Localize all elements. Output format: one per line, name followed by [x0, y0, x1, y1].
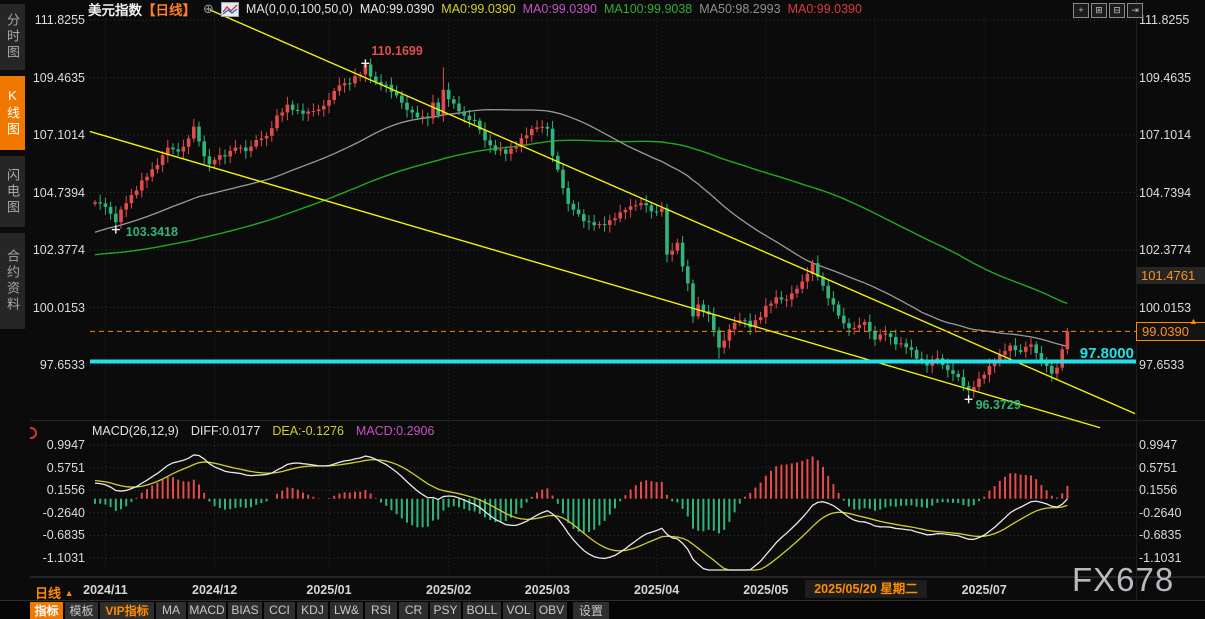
sidebar-tab-contract-info[interactable]: 合约资料 [0, 233, 25, 329]
alert-price-axis-box: 101.4761 [1136, 267, 1205, 284]
watermark: FX678 [1072, 561, 1174, 599]
date-tick-2024-12: 2024/12 [180, 583, 250, 597]
sidebar-tab-time-chart[interactable]: 分时图 [0, 4, 25, 70]
macd-tick-left: -1.1031 [30, 551, 85, 565]
ma-value-4: MA50:98.2993 [699, 2, 780, 16]
toolbar-button-cr[interactable]: CR [399, 602, 428, 619]
period-tag: 【日线】 [142, 0, 196, 19]
toolbar-button-vip[interactable]: VIP指标 [100, 602, 154, 619]
page-forward-icon[interactable]: ⇥ [1127, 3, 1143, 18]
peak-price-label: 110.1699 [371, 44, 422, 58]
candlestick-chart-canvas[interactable] [0, 0, 1205, 619]
date-tick-2025-05: 2025/05 [731, 583, 801, 597]
date-tick-2025-02: 2025/02 [414, 583, 484, 597]
chart-window-icons: +⊞⊟⇥ [1073, 3, 1143, 18]
price-tick-left: 102.3774 [30, 243, 85, 257]
ma-value-0: MA0:99.0390 [360, 2, 434, 16]
price-tick-left: 111.8255 [30, 13, 85, 27]
price-tick-right: 111.8255 [1139, 13, 1189, 27]
toolbar-button-templates[interactable]: 模板 [65, 602, 98, 619]
price-tick-left: 104.7394 [30, 186, 85, 200]
price-tick-left: 109.4635 [30, 71, 85, 85]
support-line-label: 97.8000 [1080, 345, 1134, 362]
date-tick-2024-11: 2024/11 [70, 583, 140, 597]
price-alert-arrow-icon[interactable]: ▲ [1189, 316, 1198, 326]
sidebar: 分时图 K线图闪电图合约资料 [0, 0, 30, 619]
toolbar-button-bias[interactable]: BIAS [228, 602, 262, 619]
price-tick-right: 102.3774 [1139, 243, 1191, 257]
date-tick-2025-07: 2025/07 [949, 583, 1019, 597]
chart-legend: 美元指数【日线】 ⊕ MA(0,0,0,100,50,0) MA0:99.039… [88, 1, 862, 17]
ma-value-2: MA0:99.0390 [523, 2, 597, 16]
macd-dea-value: DEA:-0.1276 [272, 424, 344, 438]
price-tick-right: 100.0153 [1139, 301, 1191, 315]
ma-settings: MA(0,0,0,100,50,0) [246, 2, 353, 16]
pan-crosshair-icon[interactable]: + [1073, 3, 1089, 18]
macd-tick-right: -0.6835 [1139, 528, 1181, 542]
toolbar-button-cci[interactable]: CCI [264, 602, 295, 619]
macd-tick-right: 0.1556 [1139, 483, 1177, 497]
low-price-label-1: 103.3418 [126, 225, 178, 239]
price-tick-left: 97.6533 [30, 358, 85, 372]
add-compare-icon[interactable]: ⊕ [203, 1, 214, 17]
macd-title: MACD(26,12,9) [92, 424, 179, 438]
toolbar-button-kdj[interactable]: KDJ [297, 602, 328, 619]
toolbar-button-rsi[interactable]: RSI [365, 602, 397, 619]
macd-tick-left: 0.1556 [30, 483, 85, 497]
price-tick-right: 104.7394 [1139, 186, 1191, 200]
macd-tick-left: -0.2640 [30, 506, 85, 520]
toolbar-button-macd[interactable]: MACD [188, 602, 226, 619]
date-tick-2025-04: 2025/04 [622, 583, 692, 597]
sidebar-tab-flash-chart[interactable]: 闪电图 [0, 156, 25, 227]
ma-value-5: MA0:99.0390 [788, 2, 862, 16]
ma-value-3: MA100:99.9038 [604, 2, 692, 16]
macd-tick-right: 0.5751 [1139, 461, 1177, 475]
price-tick-left: 100.0153 [30, 301, 85, 315]
toolbar-button-lw[interactable]: LW& [330, 602, 363, 619]
toolbar-button-psy[interactable]: PSY [430, 602, 461, 619]
toolbar-button-ma[interactable]: MA [156, 602, 186, 619]
symbol-name: 美元指数 [88, 0, 142, 19]
chart-style-icon[interactable] [221, 2, 239, 17]
toolbar-button-boll[interactable]: BOLL [463, 602, 501, 619]
macd-tick-right: 0.9947 [1139, 438, 1177, 452]
zoom-y-axis-icon[interactable]: ⊟ [1109, 3, 1125, 18]
date-tick-2025-03: 2025/03 [512, 583, 582, 597]
highlighted-date-badge: 2025/05/20 星期二 [805, 580, 927, 598]
macd-tick-left: -0.6835 [30, 528, 85, 542]
toolbar-button-settings[interactable]: 设置 [573, 602, 609, 619]
price-tick-right: 107.1014 [1139, 128, 1191, 142]
toolbar-button-obv[interactable]: OBV [536, 602, 567, 619]
sidebar-tab-kline-chart[interactable]: K线图 [0, 76, 25, 150]
macd-tick-left: 0.9947 [30, 438, 85, 452]
trading-app: 分时图 K线图闪电图合约资料 美元指数【日线】 ⊕ MA(0,0,0,100,50… [0, 0, 1205, 619]
price-tick-left: 107.1014 [30, 128, 85, 142]
macd-diff-value: DIFF:0.0177 [191, 424, 260, 438]
indicator-toolbar: 指标模板VIP指标MAMACDBIASCCIKDJLW&RSICRPSYBOLL… [0, 600, 1205, 619]
ma-value-1: MA0:99.0390 [441, 2, 515, 16]
toolbar-button-vol[interactable]: VOL [503, 602, 534, 619]
macd-macd-value: MACD:0.2906 [356, 424, 435, 438]
macd-tick-right: -0.2640 [1139, 506, 1181, 520]
zoom-x-axis-icon[interactable]: ⊞ [1091, 3, 1107, 18]
macd-legend: MACD(26,12,9) DIFF:0.0177 DEA:-0.1276 MA… [92, 424, 434, 438]
date-axis: 日线 ▲ 2025/05/20 星期二 2024/112024/122025/0… [0, 577, 1205, 601]
toolbar-button-indicators[interactable]: 指标 [30, 602, 63, 619]
price-tick-right: 97.6533 [1139, 358, 1184, 372]
date-tick-2025-01: 2025/01 [294, 583, 364, 597]
price-tick-right: 109.4635 [1139, 71, 1191, 85]
macd-tick-left: 0.5751 [30, 461, 85, 475]
low-price-label-2: 96.3729 [976, 398, 1021, 412]
